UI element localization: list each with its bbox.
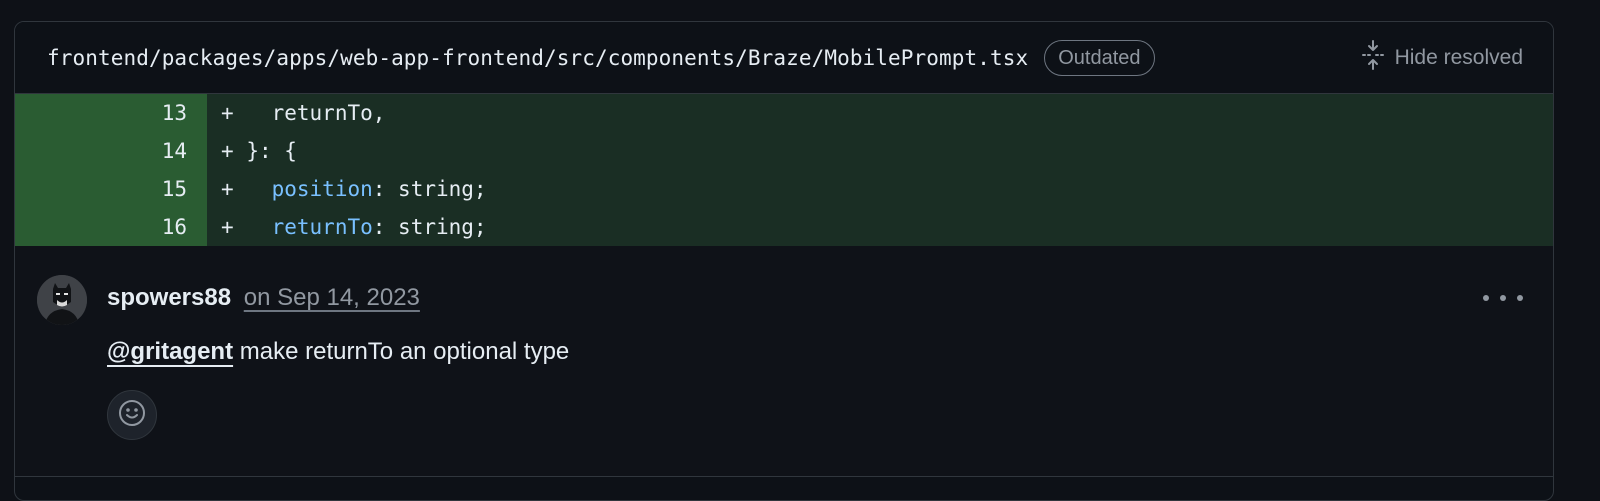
comment-meta: spowers88 on Sep 14, 2023 [107,284,420,312]
comment-author[interactable]: spowers88 [107,284,231,311]
code-line: + position: string; [207,170,1553,208]
code-text: : string; [372,177,487,201]
user-mention[interactable]: @gritagent [107,338,233,365]
code-line: + returnTo: string; [207,208,1553,246]
diff-line: 16 + returnTo: string; [15,208,1553,246]
unfold-collapse-icon [1361,39,1385,76]
diff-marker: + [221,101,234,125]
file-header: frontend/packages/apps/web-app-frontend/… [15,22,1553,94]
review-comment: spowers88 on Sep 14, 2023 @gritagent mak… [15,246,1553,477]
code-line: + returnTo, [207,94,1553,132]
diff-hunk: 13 + returnTo, 14 + }: { 15 + position: … [15,94,1553,246]
diff-marker: + [221,215,234,239]
code-text: }: { [246,139,297,163]
file-path[interactable]: frontend/packages/apps/web-app-frontend/… [47,46,1028,70]
diff-marker: + [221,139,234,163]
code-property: returnTo [271,215,373,239]
comment-text: make returnTo an optional type [233,338,570,365]
code-line: + }: { [207,132,1553,170]
more-options-button[interactable] [1483,286,1523,310]
line-number[interactable]: 15 [15,170,207,208]
diff-line: 13 + returnTo, [15,94,1553,132]
hide-resolved-label: Hide resolved [1394,45,1523,69]
diff-marker: + [221,177,234,201]
comment-timestamp[interactable]: on Sep 14, 2023 [244,284,420,311]
review-thread-panel: frontend/packages/apps/web-app-frontend/… [14,21,1554,501]
avatar[interactable] [37,275,87,325]
add-reaction-button[interactable] [107,390,157,440]
line-number[interactable]: 14 [15,132,207,170]
diff-line: 15 + position: string; [15,170,1553,208]
kebab-horizontal-icon [1483,295,1489,301]
smiley-icon [118,399,146,432]
kebab-horizontal-icon [1517,295,1523,301]
line-number[interactable]: 13 [15,94,207,132]
hide-resolved-button[interactable]: Hide resolved [1361,39,1523,76]
outdated-badge: Outdated [1044,39,1155,76]
kebab-horizontal-icon [1500,295,1506,301]
code-text: returnTo, [271,101,386,125]
comment-body: @gritagent make returnTo an optional typ… [107,338,569,366]
code-property: position [271,177,373,201]
line-number[interactable]: 16 [15,208,207,246]
code-text: : string; [372,215,487,239]
diff-line: 14 + }: { [15,132,1553,170]
